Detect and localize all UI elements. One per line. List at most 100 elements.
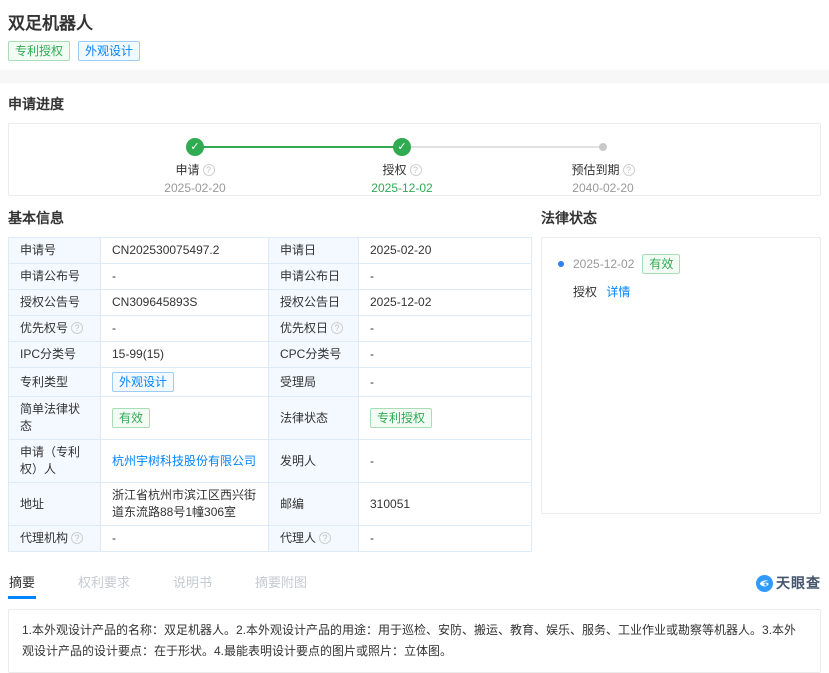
- tab-abstract-figure[interactable]: 摘要附图: [254, 566, 308, 599]
- table-row: 简单法律状态 有效 法律状态 专利授权: [9, 397, 532, 440]
- value-cell: -: [359, 440, 532, 483]
- timeline-dot-expiry: [599, 143, 607, 151]
- value-cell: 杭州宇树科技股份有限公司: [101, 440, 269, 483]
- legal-status-panel: 2025-12-02 有效 授权 详情: [541, 237, 821, 514]
- value-cell: -: [359, 316, 532, 342]
- help-icon[interactable]: [319, 532, 331, 544]
- value-cell: 外观设计: [101, 368, 269, 397]
- legal-status-column: 法律状态 2025-12-02 有效 授权 详情: [541, 196, 821, 552]
- page-header: 双足机器人 专利授权 外观设计: [0, 0, 829, 61]
- status-action: 授权: [573, 285, 597, 299]
- design-type-tag: 外观设计: [112, 372, 174, 392]
- tianyancha-eye-icon: [756, 575, 773, 592]
- logo-text: 天眼查: [776, 573, 821, 593]
- table-row: IPC分类号 15-99(15) CPC分类号 -: [9, 342, 532, 368]
- tab-description[interactable]: 说明书: [172, 566, 213, 599]
- help-icon[interactable]: [203, 164, 215, 176]
- value-cell: 2025-02-20: [359, 238, 532, 264]
- label-cell: 优先权号: [9, 316, 101, 342]
- value-cell: -: [359, 264, 532, 290]
- basic-info-table: 申请号 CN202530075497.2 申请日 2025-02-20 申请公布…: [8, 237, 532, 552]
- tab-abstract[interactable]: 摘要: [8, 566, 36, 599]
- label-cell: 授权公告日: [269, 290, 359, 316]
- application-progress-timeline: 申请 2025-02-20 授权 2025-12-02 预估到期 2040-02…: [8, 123, 821, 196]
- timeline-step-label: 预估到期: [571, 163, 619, 177]
- value-cell: -: [101, 526, 269, 552]
- tab-claims[interactable]: 权利要求: [77, 566, 131, 599]
- label-cell: IPC分类号: [9, 342, 101, 368]
- patent-granted-tag: 专利授权: [8, 41, 70, 61]
- label-cell: 受理局: [269, 368, 359, 397]
- main-columns: 基本信息 申请号 CN202530075497.2 申请日 2025-02-20…: [0, 196, 829, 552]
- legal-status-entry: 2025-12-02 有效: [558, 254, 804, 274]
- design-type-tag: 外观设计: [78, 41, 140, 61]
- timeline-step-label: 申请: [175, 163, 199, 177]
- value-cell: -: [101, 264, 269, 290]
- status-date: 2025-12-02: [573, 257, 634, 271]
- table-row: 申请（专利权）人 杭州宇树科技股份有限公司 发明人 -: [9, 440, 532, 483]
- progress-section-title: 申请进度: [8, 94, 821, 114]
- table-row: 授权公告号 CN309645893S 授权公告日 2025-12-02: [9, 290, 532, 316]
- label-cell: 邮编: [269, 483, 359, 526]
- value-cell: 2025-12-02: [359, 290, 532, 316]
- status-bullet-icon: [558, 261, 564, 267]
- label-cell: 简单法律状态: [9, 397, 101, 440]
- basic-info-section-title: 基本信息: [8, 208, 531, 228]
- timeline-step-date: 2025-12-02: [332, 181, 472, 195]
- label-cell: 申请公布日: [269, 264, 359, 290]
- label-cell: 申请号: [9, 238, 101, 264]
- table-row: 优先权号 - 优先权日 -: [9, 316, 532, 342]
- legal-status-section-title: 法律状态: [541, 208, 821, 228]
- label-cell: 专利类型: [9, 368, 101, 397]
- value-cell: 专利授权: [359, 397, 532, 440]
- label-cell: 代理人: [269, 526, 359, 552]
- legal-status-detail: 授权 详情: [573, 283, 804, 300]
- help-icon[interactable]: [623, 164, 635, 176]
- value-cell: 浙江省杭州市滨江区西兴街道东流路88号1幢306室: [101, 483, 269, 526]
- label-cell: 申请日: [269, 238, 359, 264]
- help-icon[interactable]: [331, 322, 343, 334]
- table-row: 代理机构 - 代理人 -: [9, 526, 532, 552]
- table-row: 申请公布号 - 申请公布日 -: [9, 264, 532, 290]
- value-cell: -: [101, 316, 269, 342]
- label-cell: 申请（专利权）人: [9, 440, 101, 483]
- abstract-text: 1.本外观设计产品的名称：双足机器人。2.本外观设计产品的用途：用于巡检、安防、…: [22, 623, 796, 658]
- value-cell: 有效: [101, 397, 269, 440]
- label-cell: 优先权日: [269, 316, 359, 342]
- timeline-line-pending: [402, 146, 603, 148]
- document-tabs: 摘要 权利要求 说明书 摘要附图 天眼查: [0, 566, 829, 599]
- label-cell: 发明人: [269, 440, 359, 483]
- basic-info-column: 基本信息 申请号 CN202530075497.2 申请日 2025-02-20…: [8, 196, 531, 552]
- label-cell: 法律状态: [269, 397, 359, 440]
- value-cell: CN309645893S: [101, 290, 269, 316]
- value-cell: -: [359, 526, 532, 552]
- label-cell: CPC分类号: [269, 342, 359, 368]
- timeline-step-granted: 授权 2025-12-02: [332, 161, 472, 195]
- timeline-step-filed: 申请 2025-02-20: [125, 161, 265, 195]
- value-cell: -: [359, 368, 532, 397]
- timeline-check-icon-granted: [393, 138, 411, 156]
- table-row: 申请号 CN202530075497.2 申请日 2025-02-20: [9, 238, 532, 264]
- label-cell: 代理机构: [9, 526, 101, 552]
- timeline-line-done: [195, 146, 402, 148]
- table-row: 专利类型 外观设计 受理局 -: [9, 368, 532, 397]
- tianyancha-logo: 天眼查: [756, 573, 821, 599]
- title-tags: 专利授权 外观设计: [8, 41, 821, 61]
- timeline-step-expiry: 预估到期 2040-02-20: [533, 161, 673, 195]
- timeline-step-date: 2025-02-20: [125, 181, 265, 195]
- help-icon[interactable]: [71, 322, 83, 334]
- help-icon[interactable]: [410, 164, 422, 176]
- timeline-step-date: 2040-02-20: [533, 181, 673, 195]
- help-icon[interactable]: [71, 532, 83, 544]
- value-cell: 310051: [359, 483, 532, 526]
- label-cell: 授权公告号: [9, 290, 101, 316]
- page-title: 双足机器人: [8, 9, 821, 34]
- value-cell: 15-99(15): [101, 342, 269, 368]
- table-row: 地址 浙江省杭州市滨江区西兴街道东流路88号1幢306室 邮编 310051: [9, 483, 532, 526]
- timeline-check-icon-filed: [186, 138, 204, 156]
- value-cell: -: [359, 342, 532, 368]
- section-separator: [0, 70, 829, 83]
- detail-link[interactable]: 详情: [606, 285, 630, 299]
- label-cell: 申请公布号: [9, 264, 101, 290]
- applicant-company-link[interactable]: 杭州宇树科技股份有限公司: [112, 454, 256, 468]
